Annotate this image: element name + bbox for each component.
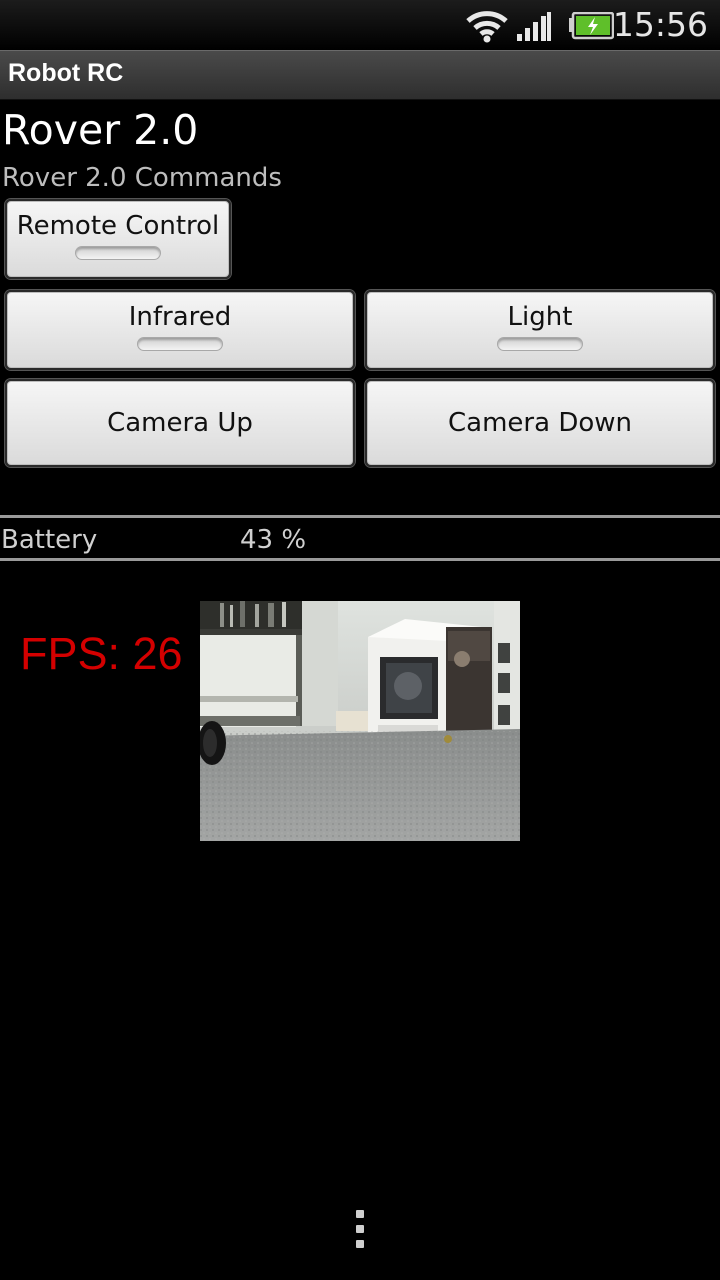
infrared-toggle-button[interactable]: Infrared [5,290,355,370]
overflow-menu-icon[interactable] [352,1210,368,1256]
camera-feed-image [200,601,520,841]
light-label: Light [507,302,573,332]
camera-up-label: Camera Up [107,408,253,438]
wifi-icon [466,11,508,43]
signal-icon [517,12,551,41]
fps-counter: FPS: 26 [20,628,183,679]
light-indicator [497,337,583,351]
app-title: Robot RC [8,59,124,87]
battery-value: 43 % [240,525,307,555]
remote-control-toggle-button[interactable]: Remote Control [5,199,231,279]
device-name: Rover 2.0 [2,106,199,154]
camera-down-button[interactable]: Camera Down [365,379,715,467]
action-bar: Robot RC [0,50,720,100]
screen: 15:56 Robot RC Rover 2.0 Rover 2.0 Comma… [0,0,720,1280]
infrared-label: Infrared [128,302,232,332]
commands-label: Rover 2.0 Commands [2,163,282,193]
remote-control-indicator [75,246,161,260]
camera-up-button[interactable]: Camera Up [5,379,355,467]
battery-charging-icon [569,12,614,40]
infrared-indicator [137,337,223,351]
light-toggle-button[interactable]: Light [365,290,715,370]
status-clock: 15:56 [612,5,708,44]
battery-row: Battery 43 % [0,515,720,561]
status-bar: 15:56 [0,0,720,50]
remote-control-label: Remote Control [16,211,220,241]
camera-down-label: Camera Down [448,408,632,438]
battery-label: Battery [1,525,98,555]
